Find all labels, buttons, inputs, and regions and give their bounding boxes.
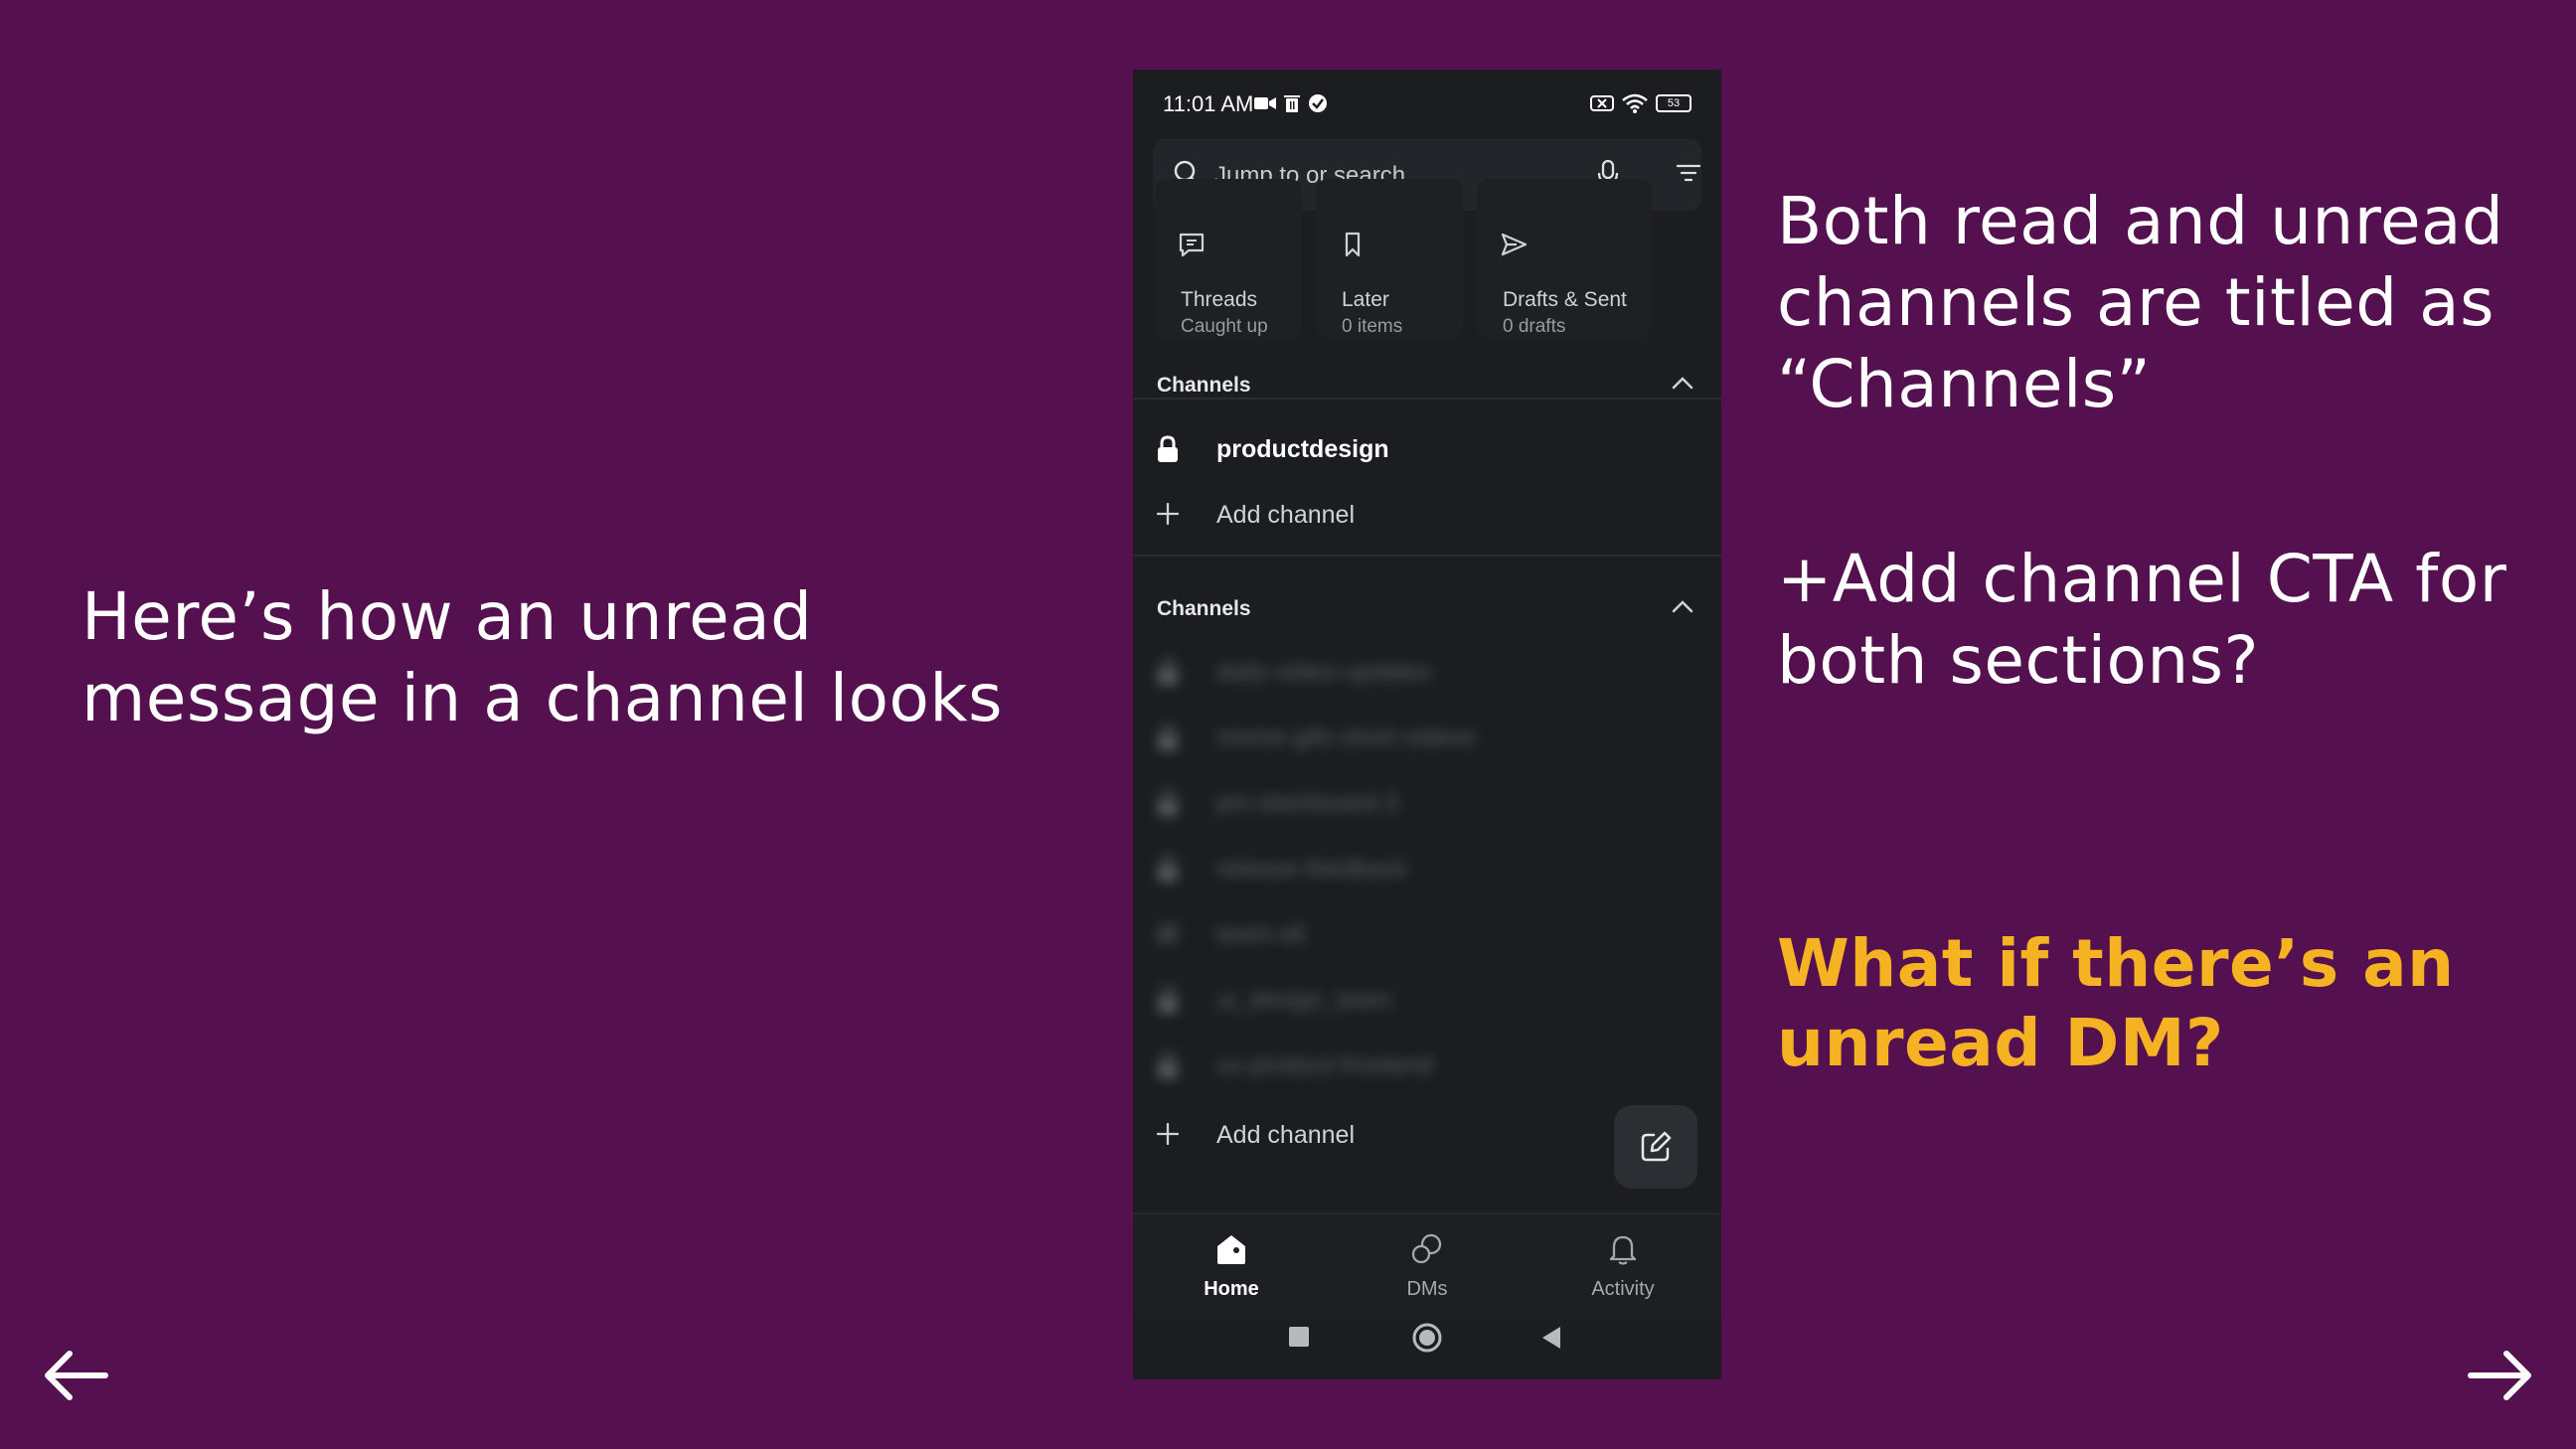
channel-row-blurred[interactable]: daily-video-updates <box>1155 644 1652 700</box>
channel-row-productdesign[interactable]: productdesign <box>1155 421 1652 477</box>
recent-apps-icon[interactable] <box>1288 1326 1310 1348</box>
back-nav-icon[interactable] <box>1540 1326 1562 1350</box>
threads-card[interactable]: Threads Caught up <box>1155 179 1302 338</box>
plus-icon <box>1156 1122 1180 1146</box>
channels-section-header-1[interactable]: Channels <box>1157 368 1701 407</box>
phone-screen: 11:01 AM 53 Threads Caught up Later <box>1133 70 1721 1379</box>
tab-activity[interactable]: Activity <box>1525 1214 1721 1314</box>
channel-row-blurred[interactable]: release-feedback <box>1155 841 1652 896</box>
bell-icon <box>1609 1235 1637 1265</box>
channel-name: daily-video-updates <box>1216 658 1432 686</box>
note-add-channel-cta: +Add channel CTA for both sections? <box>1777 541 2507 699</box>
divider <box>1133 555 1721 557</box>
threads-title: Threads <box>1181 288 1258 311</box>
lock-icon <box>1158 986 1178 1013</box>
bottom-tab-bar: Home DMs Activity <box>1133 1212 1721 1314</box>
channel-row-blurred[interactable]: ux-product-frontend <box>1155 1038 1652 1093</box>
status-time: 11:01 AM <box>1163 91 1254 116</box>
bookmark-icon <box>1345 232 1361 257</box>
status-bar: 11:01 AM 53 <box>1133 70 1721 137</box>
plus-icon <box>1156 502 1180 526</box>
lock-icon <box>1158 724 1178 750</box>
compose-button[interactable] <box>1614 1105 1697 1189</box>
channel-name: meme-gifs-short-videos <box>1216 724 1477 751</box>
channel-name: ux-product-frontend <box>1216 1051 1434 1079</box>
chevron-up-icon[interactable] <box>1672 599 1693 613</box>
lock-icon <box>1158 658 1178 685</box>
battery-icon: 53 <box>1656 94 1691 112</box>
tab-activity-label: Activity <box>1591 1278 1655 1300</box>
system-navigation-bar <box>1133 1314 1721 1379</box>
status-right-icons: 53 <box>1590 91 1691 115</box>
tab-home-label: Home <box>1204 1278 1259 1300</box>
chevron-up-icon[interactable] <box>1672 376 1693 390</box>
threads-icon <box>1179 233 1205 257</box>
tab-dms-label: DMs <box>1406 1278 1448 1300</box>
channel-row-blurred[interactable]: ui_design_team <box>1155 972 1652 1028</box>
trash-icon <box>1284 95 1300 112</box>
battery-level: 53 <box>1667 97 1681 109</box>
channel-name: release-feedback <box>1216 855 1407 883</box>
dms-icon <box>1411 1233 1442 1264</box>
add-channel-label: Add channel <box>1216 1121 1356 1149</box>
home-icon <box>1217 1235 1245 1264</box>
channel-row-blurred[interactable]: meme-gifs-short-videos <box>1155 710 1652 765</box>
note-read-unread-titles: Both read and unread channels are titled… <box>1777 183 2504 422</box>
previous-slide-arrow-icon[interactable] <box>40 1348 109 1403</box>
home-nav-icon[interactable] <box>1411 1322 1443 1354</box>
lock-icon <box>1158 1051 1178 1078</box>
drafts-sent-card[interactable]: Drafts & Sent 0 drafts <box>1477 179 1652 338</box>
later-count: 0 items <box>1342 316 1403 337</box>
lock-icon <box>1158 435 1178 462</box>
channels-section-title: Channels <box>1157 597 1251 620</box>
quick-access-cards: Threads Caught up Later 0 items Drafts &… <box>1155 179 1652 378</box>
drafts-count: 0 drafts <box>1503 316 1566 337</box>
channel-name: pm-dashboard-3 <box>1216 789 1399 817</box>
channel-name: ui_design_team <box>1216 986 1392 1014</box>
later-card[interactable]: Later 0 items <box>1316 179 1463 338</box>
hash-icon <box>1157 922 1179 946</box>
channels-section-header-2[interactable]: Channels <box>1157 591 1701 631</box>
tab-dms[interactable]: DMs <box>1329 1214 1526 1314</box>
status-left-icons <box>1254 91 1328 115</box>
sim-off-icon <box>1590 95 1614 111</box>
compose-icon <box>1641 1131 1672 1162</box>
lock-icon <box>1158 789 1178 816</box>
send-icon <box>1501 233 1528 256</box>
tab-home[interactable]: Home <box>1133 1214 1330 1314</box>
video-camera-icon <box>1254 97 1276 109</box>
channel-row-blurred[interactable]: team-all <box>1155 906 1652 962</box>
left-caption: Here’s how an unread message in a channe… <box>81 578 1004 736</box>
channel-name: productdesign <box>1216 435 1389 463</box>
later-title: Later <box>1342 288 1389 311</box>
check-badge-icon <box>1309 94 1327 112</box>
filter-icon[interactable] <box>1676 161 1701 185</box>
drafts-sent-title: Drafts & Sent <box>1503 288 1627 311</box>
channel-name: team-all <box>1216 920 1305 948</box>
wifi-icon <box>1622 93 1648 113</box>
threads-status: Caught up <box>1181 316 1268 337</box>
channel-row-blurred[interactable]: pm-dashboard-3 <box>1155 775 1652 831</box>
add-channel-label: Add channel <box>1216 501 1356 529</box>
add-channel-row-1[interactable]: Add channel <box>1155 487 1652 543</box>
add-channel-row-2[interactable]: Add channel <box>1155 1107 1652 1163</box>
question-unread-dm: What if there’s an unread DM? <box>1777 925 2455 1081</box>
lock-icon <box>1158 855 1178 882</box>
next-slide-arrow-icon[interactable] <box>2467 1348 2536 1403</box>
channels-section-title: Channels <box>1157 374 1251 397</box>
